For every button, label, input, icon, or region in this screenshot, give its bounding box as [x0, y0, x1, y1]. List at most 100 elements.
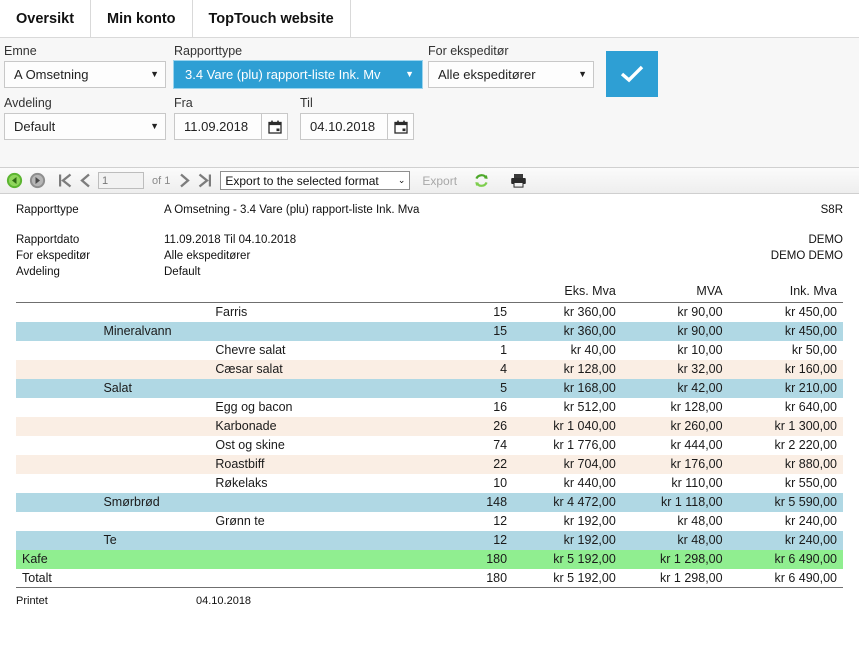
fra-date-input[interactable]: 11.09.2018	[174, 113, 262, 140]
cell-qty: 148	[405, 492, 522, 512]
cell-eks-mva: kr 192,00	[563, 514, 616, 528]
table-row: Chevre salat 1 kr 40,00 kr 10,00 kr 50,00	[16, 341, 843, 360]
prev-page-icon[interactable]	[79, 172, 92, 189]
cell-qty: 74	[493, 438, 508, 452]
cell-group	[16, 378, 96, 398]
rapporttype-select[interactable]: 3.4 Vare (plu) rapport-liste Ink. Mv ▼	[173, 60, 423, 89]
cell-qty: 5	[405, 378, 522, 398]
cell-subgroup	[95, 454, 208, 474]
cell-qty: 26	[405, 416, 522, 436]
cell-subgroup	[95, 549, 208, 569]
back-arrow-icon[interactable]	[6, 172, 23, 189]
tab-label: Min konto	[107, 10, 176, 27]
cell-group: Kafe	[16, 549, 96, 569]
forward-arrow-icon[interactable]	[29, 172, 46, 189]
avdeling-select[interactable]: Default ▼	[4, 113, 166, 140]
cell-item: Farris	[215, 305, 248, 320]
cell-mva: kr 1 298,00	[629, 549, 737, 569]
submit-button[interactable]	[606, 51, 658, 97]
tab-oversikt[interactable]: Oversikt	[0, 0, 92, 37]
page-number-input[interactable]	[98, 172, 144, 189]
field-ekspeditor: For ekspeditør Alle ekspeditører ▼	[428, 44, 594, 88]
printed-label: Printet	[16, 595, 48, 607]
report-table: Eks. Mva MVA Ink. Mva Farris 15 kr 360,00 k…	[16, 282, 843, 588]
calendar-icon	[267, 120, 282, 134]
cell-group	[16, 341, 95, 360]
cell-group	[16, 416, 96, 436]
report-table-body: Eks. Mva MVA Ink. Mva Farris 15 kr 360,00 k…	[16, 282, 843, 588]
avdeling-value: Default	[14, 119, 56, 134]
cell-eks-mva: kr 40,00	[570, 343, 616, 357]
last-page-icon[interactable]	[197, 172, 212, 189]
cell-qty: 12	[405, 530, 522, 550]
cell-qty: 15	[405, 321, 522, 341]
cell-item: Karbonade	[207, 416, 406, 436]
chevron-down-icon: ▼	[150, 121, 159, 131]
header-ink-mva: Ink. Mva	[736, 282, 843, 303]
cell-qty: 4	[405, 359, 522, 379]
cell-group	[16, 454, 96, 474]
rapporttype-value: 3.4 Vare (plu) rapport-liste Ink. Mv	[185, 67, 381, 82]
cell-ink-mva: kr 450,00	[784, 305, 837, 320]
first-page-icon[interactable]	[58, 172, 73, 189]
cell-subgroup	[95, 416, 208, 436]
tab-bar: Oversikt Min konto TopTouch website	[0, 0, 859, 38]
til-calendar-button[interactable]	[388, 113, 414, 140]
table-row: Røkelaks 10 kr 440,00 kr 110,00 kr 550,00	[16, 474, 843, 493]
cell-ink-mva: kr 450,00	[736, 321, 843, 341]
ekspeditor-value: Alle ekspeditører	[438, 67, 536, 82]
cell-subgroup	[95, 303, 207, 322]
calendar-icon	[393, 120, 408, 134]
cell-item: Roastbiff	[207, 454, 406, 474]
cell-ink-mva: kr 160,00	[736, 359, 843, 379]
cell-qty: 10	[493, 476, 508, 490]
cell-mva: kr 444,00	[670, 438, 723, 452]
meta-value: Default	[164, 266, 201, 278]
export-format-value: Export to the selected format	[225, 173, 379, 188]
cell-group	[16, 398, 95, 417]
emne-label: Emne	[4, 44, 37, 58]
table-row: Mineralvann 15 kr 360,00 kr 90,00 kr 450,00	[16, 321, 843, 341]
cell-ink-mva: kr 550,00	[784, 476, 837, 490]
fra-calendar-button[interactable]	[262, 113, 288, 140]
meta-value: Alle ekspeditører	[164, 250, 251, 262]
field-avdeling: Avdeling Default ▼	[4, 96, 166, 140]
cell-subgroup	[95, 568, 208, 588]
cell-qty: 12	[493, 514, 508, 528]
til-date-input[interactable]: 04.10.2018	[300, 113, 388, 140]
next-page-icon[interactable]	[178, 172, 191, 189]
emne-select[interactable]: A Omsetning ▼	[4, 61, 166, 88]
cell-mva: kr 110,00	[671, 476, 723, 490]
meta-right-value: DEMO	[808, 234, 844, 246]
til-date-value: 04.10.2018	[310, 119, 376, 134]
export-format-select[interactable]: Export to the selected format ⌄	[220, 171, 411, 190]
ekspeditor-select[interactable]: Alle ekspeditører ▼	[428, 61, 594, 88]
tab-toptouch-website[interactable]: TopTouch website	[193, 0, 351, 37]
cell-group	[16, 530, 96, 550]
tab-min-konto[interactable]: Min konto	[91, 0, 193, 37]
cell-item: Egg og bacon	[215, 400, 293, 414]
til-label: Til	[300, 96, 313, 110]
print-icon[interactable]	[510, 173, 527, 188]
meta-label: Rapportdato	[16, 234, 80, 246]
cell-mva: kr 260,00	[629, 416, 737, 436]
export-button[interactable]: Export	[422, 174, 457, 188]
refresh-icon[interactable]	[473, 172, 490, 189]
filter-panel: Emne A Omsetning ▼ Rapporttype 3.4 Vare …	[0, 38, 859, 168]
report-header-meta: Rapporttype A Omsetning - 3.4 Vare (plu)…	[16, 204, 843, 282]
report-footer: Printet 04.10.2018	[16, 588, 843, 607]
meta-label: For ekspeditør	[16, 250, 91, 262]
table-row: Farris 15 kr 360,00 kr 90,00 kr 450,00	[16, 303, 843, 322]
report-body: Rapporttype A Omsetning - 3.4 Vare (plu)…	[0, 194, 859, 607]
cell-qty: 16	[493, 400, 508, 414]
til-date-row: 04.10.2018	[300, 113, 414, 140]
cell-mva: kr 42,00	[629, 378, 737, 398]
table-row: Grønn te 12 kr 192,00 kr 48,00 kr 240,00	[16, 512, 843, 531]
cell-mva: kr 10,00	[677, 343, 723, 357]
chevron-down-icon: ▼	[578, 69, 587, 79]
cell-ink-mva: kr 240,00	[736, 530, 843, 550]
table-row: Smørbrød 148 kr 4 472,00 kr 1 118,00 kr 5 59…	[16, 492, 843, 512]
avdeling-label: Avdeling	[4, 96, 52, 110]
meta-label: Rapporttype	[16, 204, 79, 216]
table-row: Ost og skine 74 kr 1 776,00 kr 444,00 kr 2 2…	[16, 436, 843, 455]
